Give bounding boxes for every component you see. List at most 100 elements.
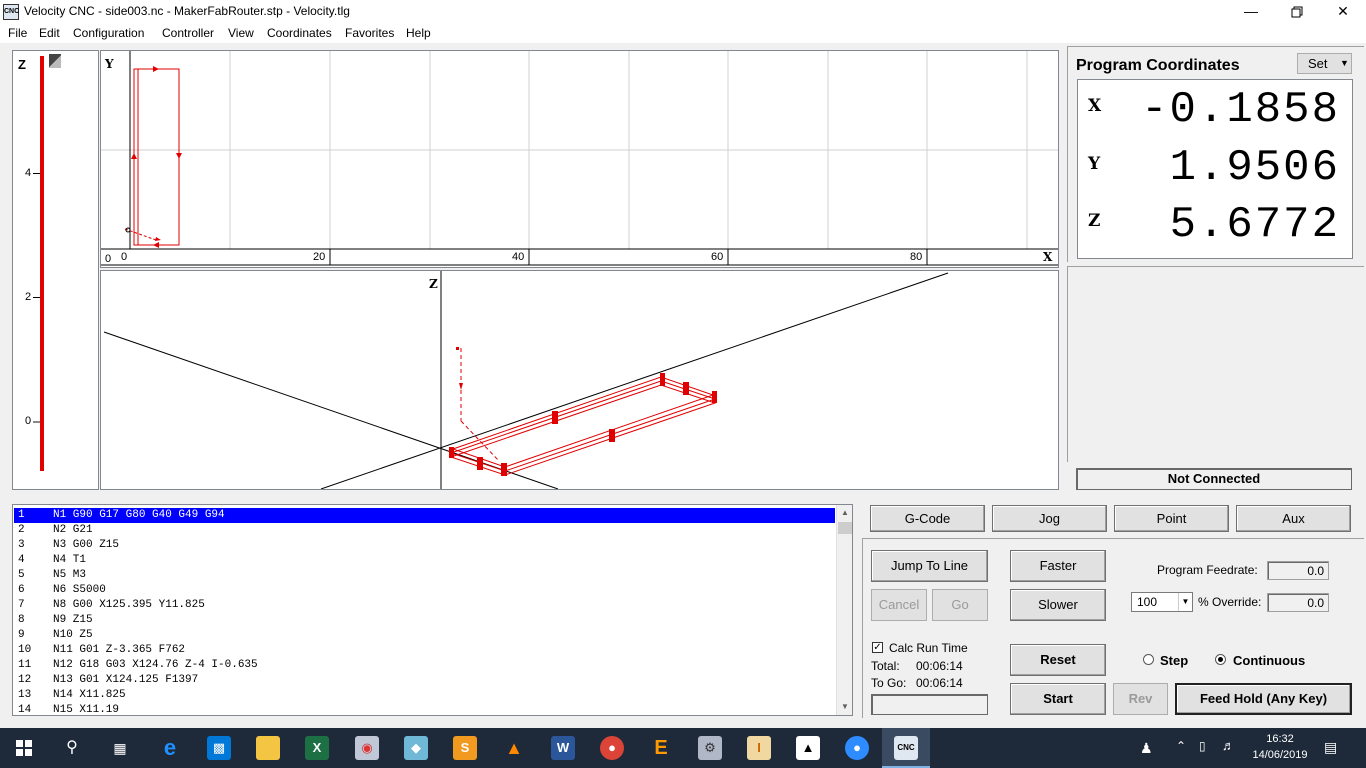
connection-status: Not Connected xyxy=(1076,468,1352,490)
override-select-value: 100 xyxy=(1137,595,1158,609)
clock-time[interactable]: 16:32 xyxy=(1250,733,1310,745)
chevron-down-icon: ▼ xyxy=(1340,58,1349,68)
override-label: % Override: xyxy=(1198,595,1262,609)
z-scale-label: Z xyxy=(18,57,26,72)
start-icon[interactable] xyxy=(16,740,32,756)
gcode-line[interactable]: 14 N15 X11.19 xyxy=(14,703,835,716)
tab-point[interactable]: Point xyxy=(1114,505,1229,532)
search-icon[interactable]: ⚲ xyxy=(60,736,84,760)
step-radio[interactable] xyxy=(1143,654,1154,665)
gcode-line[interactable]: 10 N11 G01 Z-3.365 F762 xyxy=(14,643,835,658)
line-number: 4 xyxy=(18,554,25,566)
gcode-line[interactable]: 8 N9 Z15 xyxy=(14,613,835,628)
gcode-line[interactable]: 13 N14 X11.825 xyxy=(14,688,835,703)
y-coord-label: Y xyxy=(1088,154,1101,174)
excel-icon[interactable]: X xyxy=(305,736,329,760)
menu-favorites[interactable]: Favorites xyxy=(345,26,394,40)
tab-jog[interactable]: Jog xyxy=(992,505,1107,532)
reset-button[interactable]: Reset xyxy=(1010,644,1106,676)
override-select[interactable]: 100 ▼ xyxy=(1131,592,1193,612)
chevron-up-icon[interactable]: ⌃ xyxy=(1176,739,1186,753)
chrome-icon[interactable]: ● xyxy=(600,736,624,760)
velocity-cnc-taskbar-item[interactable]: CNC xyxy=(882,728,930,768)
menu-file[interactable]: File xyxy=(8,26,27,40)
start-button[interactable]: Start xyxy=(1010,683,1106,715)
photos-icon[interactable]: ▲ xyxy=(796,736,820,760)
battery-icon[interactable]: ▯ xyxy=(1199,739,1206,753)
gcode-line[interactable]: 6 N6 S5000 xyxy=(14,583,835,598)
word-icon[interactable]: W xyxy=(551,736,575,760)
go-button[interactable]: Go xyxy=(932,589,988,621)
gcode-line[interactable]: 11 N12 G18 G03 X124.76 Z-4 I-0.635 xyxy=(14,658,835,673)
gcode-line[interactable]: 1 N1 G90 G17 G80 G40 G49 G94 xyxy=(14,508,835,523)
code-scrollbar[interactable]: ▲ ▼ xyxy=(836,505,852,715)
restore-icon[interactable] xyxy=(1274,0,1320,24)
minimize-icon[interactable]: — xyxy=(1228,0,1274,24)
gcode-line[interactable]: 3 N3 G00 Z15 xyxy=(14,538,835,553)
volume-icon[interactable]: ♬ xyxy=(1222,738,1235,753)
y-coord-value: 1.9506 xyxy=(1169,143,1340,193)
feed-hold-button[interactable]: Feed Hold (Any Key) xyxy=(1175,683,1352,715)
gcode-line[interactable]: 4 N4 T1 xyxy=(14,553,835,568)
gcode-line[interactable]: 5 N5 M3 xyxy=(14,568,835,583)
menu-edit[interactable]: Edit xyxy=(39,26,60,40)
tab-divider xyxy=(862,538,1364,539)
x-tick-80: 80 xyxy=(910,251,923,263)
zoom-icon[interactable]: ● xyxy=(845,736,869,760)
y-axis-label: Y xyxy=(105,57,114,71)
inkscape-icon[interactable]: I xyxy=(747,736,771,760)
gcode-listing[interactable]: 1 N1 G90 G17 G80 G40 G49 G94 2 N2 G21 3 N3 G0… xyxy=(12,504,853,716)
slower-button[interactable]: Slower xyxy=(1010,589,1106,621)
notifications-icon[interactable]: ▤ xyxy=(1324,739,1337,756)
chevron-down-icon[interactable]: ▼ xyxy=(1178,593,1192,611)
store-icon[interactable]: ▩ xyxy=(207,736,231,760)
xy-toolpath-view[interactable]: Y 0 0 20 40 60 80 X xyxy=(100,50,1059,268)
app-icon[interactable]: ◆ xyxy=(404,736,428,760)
iso-toolpath-view[interactable]: Z xyxy=(100,270,1059,490)
cancel-button[interactable]: Cancel xyxy=(871,589,927,621)
menu-help[interactable]: Help xyxy=(406,26,431,40)
gcode-text: N15 X11.19 xyxy=(53,704,120,716)
close-icon[interactable]: ✕ xyxy=(1320,0,1366,24)
gcode-line[interactable]: 7 N8 G00 X125.395 Y11.825 xyxy=(14,598,835,613)
people-icon[interactable]: ♟ xyxy=(1140,740,1153,757)
faster-button[interactable]: Faster xyxy=(1010,550,1106,582)
jump-to-line-button[interactable]: Jump To Line xyxy=(871,550,988,582)
edge-icon[interactable]: e xyxy=(158,736,182,760)
sublime-icon[interactable]: S xyxy=(453,736,477,760)
set-label: Set xyxy=(1308,56,1328,71)
line-number: 3 xyxy=(18,539,25,551)
rev-button[interactable]: Rev xyxy=(1113,683,1168,715)
scroll-up-icon[interactable]: ▲ xyxy=(837,505,853,521)
set-coordinates-dropdown[interactable]: Set ▼ xyxy=(1297,53,1352,74)
calc-run-time-checkbox[interactable]: ✓ xyxy=(872,642,883,653)
tab-gcode[interactable]: G-Code xyxy=(870,505,985,532)
menu-controller[interactable]: Controller xyxy=(162,26,214,40)
continuous-radio[interactable] xyxy=(1215,654,1226,665)
tool-icon xyxy=(49,54,61,68)
menu-view[interactable]: View xyxy=(228,26,254,40)
x-tick-60: 60 xyxy=(711,251,724,263)
program-feedrate-label: Program Feedrate: xyxy=(1157,563,1258,577)
z-tick-0: 0 xyxy=(25,415,32,427)
sketchup-icon[interactable]: ⚙ xyxy=(698,736,722,760)
gcode-line[interactable]: 12 N13 G01 X124.125 F1397 xyxy=(14,673,835,688)
task-view-icon[interactable]: ▦ xyxy=(108,736,132,760)
clock-date[interactable]: 14/06/2019 xyxy=(1245,749,1315,761)
line-number: 5 xyxy=(18,569,25,581)
estlcam-icon[interactable]: E xyxy=(649,736,673,760)
z-coord-value: 5.6772 xyxy=(1169,200,1340,250)
file-explorer-icon[interactable] xyxy=(256,736,280,760)
scrollbar-thumb[interactable] xyxy=(838,522,852,534)
z-tick-4: 4 xyxy=(25,167,32,179)
vlc-icon[interactable]: ▲ xyxy=(502,736,526,760)
menu-configuration[interactable]: Configuration xyxy=(73,26,144,40)
menu-coordinates[interactable]: Coordinates xyxy=(267,26,332,40)
coordinates-display: X -0.1858 Y 1.9506 Z 5.6772 xyxy=(1077,79,1353,259)
scroll-down-icon[interactable]: ▼ xyxy=(837,699,853,715)
x-coord-value: -0.1858 xyxy=(1141,85,1340,135)
gcode-line[interactable]: 2 N2 G21 xyxy=(14,523,835,538)
gcode-line[interactable]: 9 N10 Z5 xyxy=(14,628,835,643)
tab-aux[interactable]: Aux xyxy=(1236,505,1351,532)
paint-icon[interactable]: ◉ xyxy=(355,736,379,760)
